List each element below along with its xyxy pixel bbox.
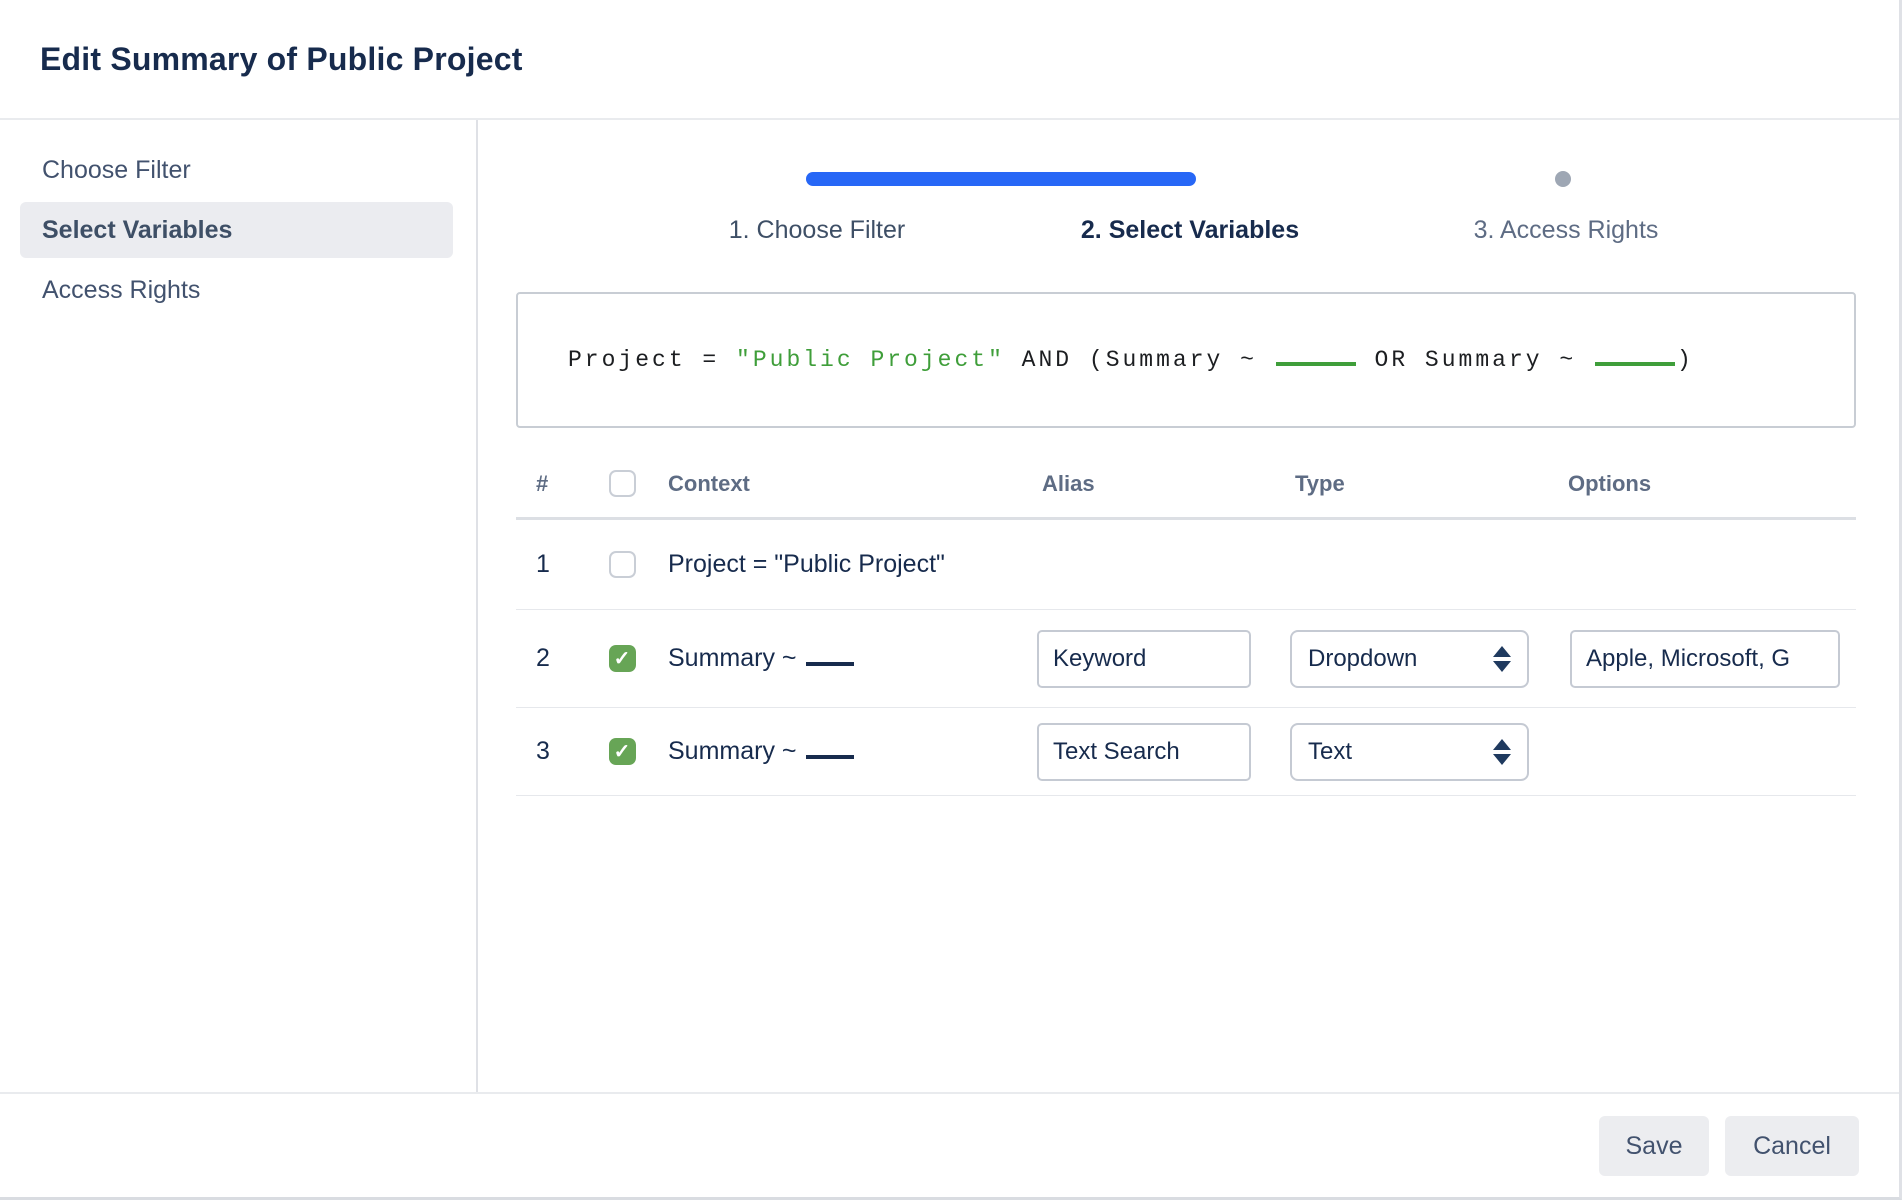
checkmark-icon: ✓	[614, 742, 631, 762]
variables-table: # Context Alias Type Options 1	[516, 450, 1856, 796]
row-context: Project = "Public Project"	[648, 550, 1028, 579]
sidebar-item-select-variables[interactable]: Select Variables	[20, 202, 453, 258]
row-context: Summary ~	[648, 737, 1028, 766]
type-cell: Dropdown	[1281, 630, 1561, 688]
row-number: 3	[516, 737, 596, 766]
sidebar-item-label: Choose Filter	[42, 156, 191, 185]
row-checkbox-cell	[596, 551, 648, 578]
steps-sidebar: Choose Filter Select Variables Access Ri…	[0, 120, 478, 1092]
alias-cell	[1028, 630, 1281, 688]
row-number: 1	[516, 550, 596, 579]
alias-cell	[1028, 723, 1281, 781]
dialog-header: Edit Summary of Public Project	[0, 0, 1899, 120]
save-button[interactable]: Save	[1599, 1116, 1709, 1176]
select-arrows-icon	[1493, 646, 1511, 672]
query-part: Project =	[568, 347, 736, 373]
table-row: 1 Project = "Public Project"	[516, 520, 1856, 610]
dialog-footer: Save Cancel	[0, 1092, 1899, 1198]
context-blank-underline	[806, 662, 854, 666]
step-label-choose-filter[interactable]: 1. Choose Filter	[729, 216, 905, 245]
alias-input[interactable]	[1037, 630, 1251, 688]
query-string-value: "Public Project"	[736, 347, 1005, 373]
edit-summary-dialog: Edit Summary of Public Project Choose Fi…	[0, 0, 1902, 1200]
query-part: OR Summary ~	[1358, 347, 1593, 373]
step-label-select-variables[interactable]: 2. Select Variables	[1081, 216, 1299, 245]
table-row: 2 ✓ Summary ~ Dropdown	[516, 610, 1856, 708]
context-blank-underline	[806, 755, 854, 759]
main-panel: 1. Choose Filter 2. Select Variables 3. …	[478, 120, 1899, 1092]
header-checkbox-cell	[596, 470, 648, 497]
options-cell	[1561, 630, 1856, 688]
sidebar-item-label: Access Rights	[42, 276, 200, 305]
header-type: Type	[1281, 471, 1561, 497]
select-all-checkbox[interactable]	[609, 470, 636, 497]
type-select[interactable]: Text	[1290, 723, 1529, 781]
query-blank-underline	[1276, 360, 1356, 366]
header-context: Context	[648, 471, 1028, 497]
query-part: AND (Summary ~	[1005, 347, 1274, 373]
header-alias: Alias	[1028, 471, 1281, 497]
table-header-row: # Context Alias Type Options	[516, 450, 1856, 520]
checkmark-icon: ✓	[614, 649, 631, 669]
row-context: Summary ~	[648, 644, 1028, 673]
row-checkbox-cell: ✓	[596, 738, 648, 765]
row-checkbox[interactable]: ✓	[609, 645, 636, 672]
row-context-text: Project = "Public Project"	[668, 550, 945, 578]
sidebar-item-access-rights[interactable]: Access Rights	[20, 262, 453, 318]
type-select-value: Dropdown	[1308, 645, 1417, 673]
stepper-step3-dot-icon	[1555, 171, 1571, 187]
alias-input[interactable]	[1037, 723, 1251, 781]
query-part: )	[1677, 347, 1694, 373]
table-row: 3 ✓ Summary ~ Text	[516, 708, 1856, 796]
row-checkbox[interactable]	[609, 551, 636, 578]
type-select-value: Text	[1308, 738, 1352, 766]
row-number: 2	[516, 644, 596, 673]
options-input[interactable]	[1570, 630, 1840, 688]
query-text: Project = "Public Project" AND (Summary …	[568, 347, 1694, 373]
step-label-access-rights[interactable]: 3. Access Rights	[1474, 216, 1659, 245]
header-number: #	[516, 471, 596, 497]
row-context-text: Summary ~	[668, 644, 797, 672]
row-checkbox[interactable]: ✓	[609, 738, 636, 765]
type-select[interactable]: Dropdown	[1290, 630, 1529, 688]
select-arrows-icon	[1493, 739, 1511, 765]
query-blank-underline	[1595, 360, 1675, 366]
row-context-text: Summary ~	[668, 737, 797, 765]
type-cell: Text	[1281, 723, 1561, 781]
header-options: Options	[1561, 471, 1856, 497]
stepper-progress-bar	[806, 172, 1196, 186]
sidebar-item-choose-filter[interactable]: Choose Filter	[20, 142, 453, 198]
query-preview-box: Project = "Public Project" AND (Summary …	[516, 292, 1856, 428]
dialog-body: Choose Filter Select Variables Access Ri…	[0, 120, 1899, 1092]
row-checkbox-cell: ✓	[596, 645, 648, 672]
cancel-button[interactable]: Cancel	[1725, 1116, 1859, 1176]
page-title: Edit Summary of Public Project	[40, 41, 523, 78]
sidebar-item-label: Select Variables	[42, 216, 232, 245]
